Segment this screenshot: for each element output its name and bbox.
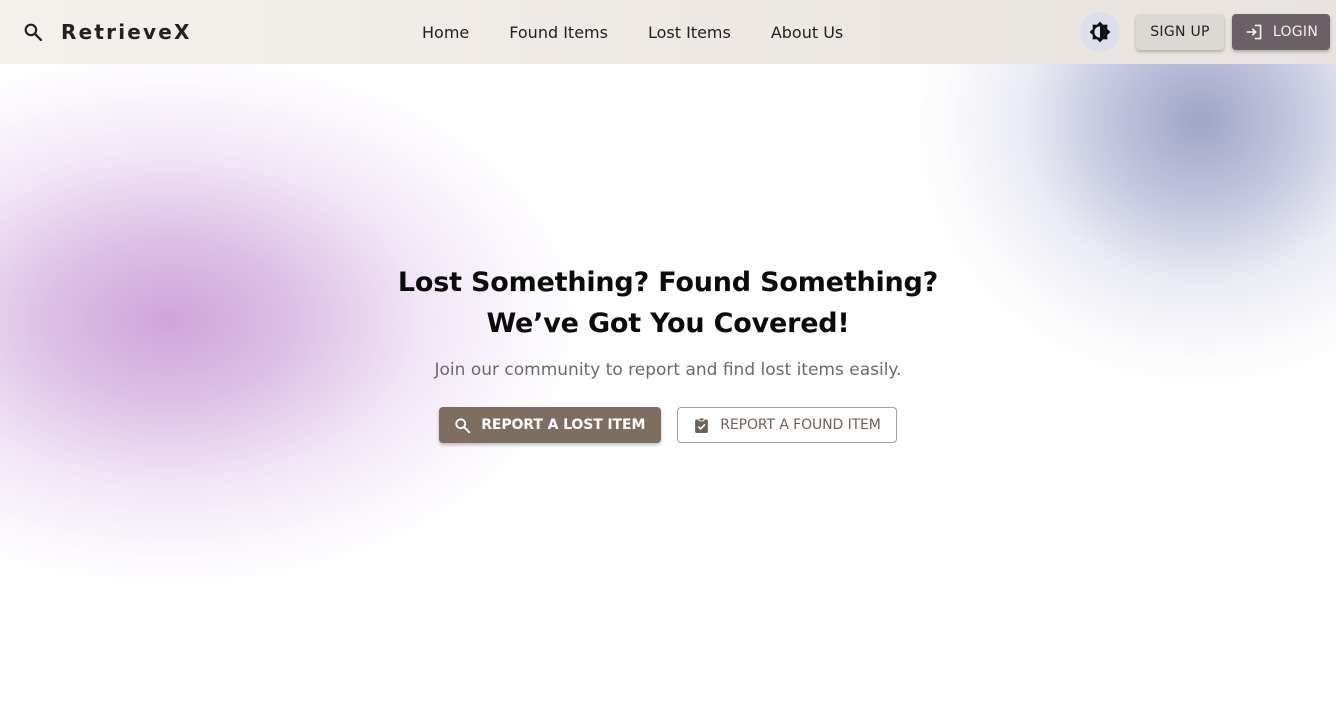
hero-title: Lost Something? Found Something? We’ve G… — [0, 262, 1336, 344]
login-label: LOGIN — [1272, 24, 1319, 40]
report-found-item-label: REPORT A FOUND ITEM — [720, 417, 881, 433]
nav-link-home[interactable]: Home — [422, 23, 469, 42]
nav-link-found-items[interactable]: Found Items — [509, 23, 608, 42]
report-lost-item-button[interactable]: REPORT A LOST ITEM — [439, 407, 662, 443]
nav-link-about-us[interactable]: About Us — [771, 23, 843, 42]
search-icon — [453, 416, 471, 434]
hero-title-line-2: We’ve Got You Covered! — [486, 308, 850, 339]
report-lost-item-label: REPORT A LOST ITEM — [481, 417, 646, 433]
main-nav: Home Found Items Lost Items About Us — [422, 0, 883, 64]
brightness-icon — [1088, 20, 1112, 44]
theme-toggle-button[interactable] — [1080, 12, 1120, 52]
clipboard-check-icon — [692, 416, 710, 434]
nav-link-lost-items[interactable]: Lost Items — [648, 23, 731, 42]
page: RetrieveX Home Found Items Lost Items Ab… — [0, 0, 1336, 705]
login-button[interactable]: LOGIN — [1232, 14, 1330, 50]
login-icon — [1244, 23, 1264, 41]
hero-actions: REPORT A LOST ITEM REPORT A FOUND ITEM — [0, 407, 1336, 443]
nav-actions: SIGN UP LOGIN — [1080, 0, 1330, 64]
hero-title-line-1: Lost Something? Found Something? — [397, 267, 939, 298]
hero: Lost Something? Found Something? We’ve G… — [0, 262, 1336, 443]
hero-subtitle: Join our community to report and find lo… — [434, 360, 902, 380]
search-icon — [22, 21, 44, 43]
navbar: RetrieveX Home Found Items Lost Items Ab… — [0, 0, 1336, 64]
report-found-item-button[interactable]: REPORT A FOUND ITEM — [677, 407, 897, 443]
brand-name: RetrieveX — [61, 20, 192, 44]
signup-button[interactable]: SIGN UP — [1136, 14, 1224, 50]
brand[interactable]: RetrieveX — [22, 0, 192, 64]
